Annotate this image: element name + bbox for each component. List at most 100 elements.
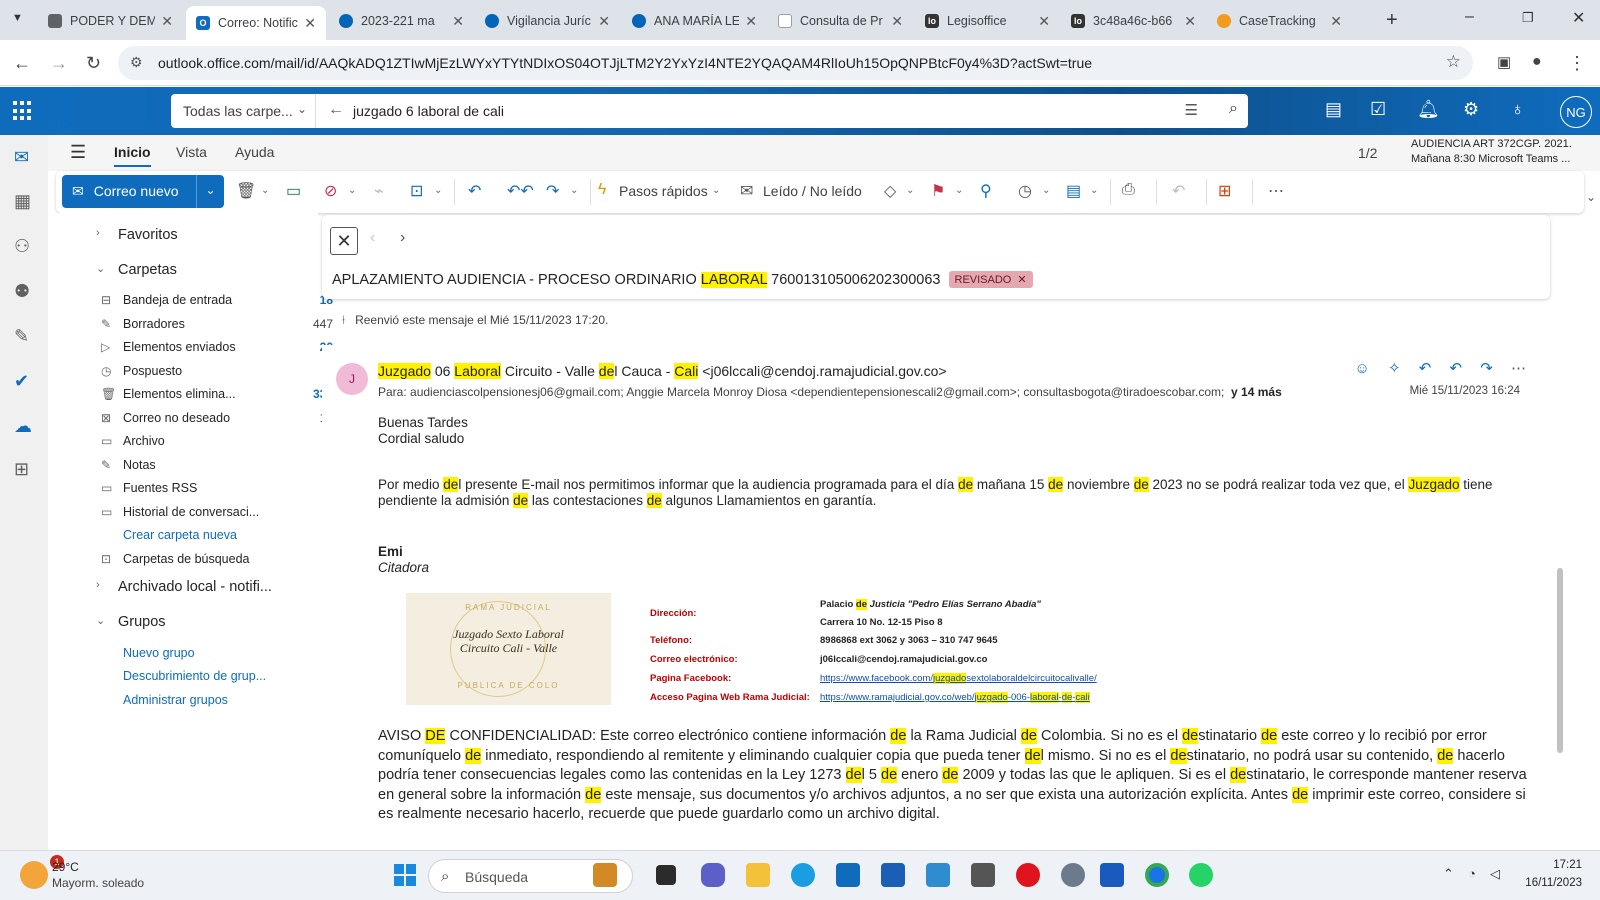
close-icon[interactable]: ✕: [304, 15, 316, 32]
close-icon[interactable]: ✕: [745, 13, 757, 30]
app-launcher-icon[interactable]: [13, 101, 33, 121]
close-icon[interactable]: ✕: [598, 13, 610, 30]
close-icon[interactable]: ✕: [891, 13, 903, 30]
site-info-icon[interactable]: ⚙: [130, 54, 143, 71]
mail-icon[interactable]: ✉: [14, 147, 29, 168]
forward-icon[interactable]: ↷: [546, 181, 559, 201]
flag-icon[interactable]: ⚑: [931, 181, 945, 201]
read-unread-button[interactable]: Leído / No leído: [763, 183, 862, 199]
browser-tab[interactable]: lo Legisoffice ✕: [915, 6, 1060, 36]
browser-tab[interactable]: 2023-221 ma ✕: [329, 6, 474, 36]
search-box[interactable]: Todas las carpe... ⌄ ← juzgado 6 laboral …: [171, 94, 1248, 128]
people-icon[interactable]: ⚇: [14, 236, 30, 257]
chrome-icon[interactable]: [1145, 863, 1169, 887]
create-folder-link[interactable]: Crear carpeta nueva: [123, 528, 323, 542]
calculator-icon[interactable]: [971, 863, 995, 887]
browser-tab[interactable]: PODER Y DEM ✕: [38, 6, 183, 36]
reply-all-icon[interactable]: ↶↶: [507, 181, 534, 201]
close-button[interactable]: ✕: [330, 227, 358, 255]
edge-icon[interactable]: [791, 863, 815, 887]
close-icon[interactable]: ✕: [1330, 13, 1342, 30]
attachment-icon[interactable]: ✎: [14, 326, 29, 347]
groups-icon[interactable]: ⚉: [14, 281, 30, 302]
whatsapp-icon[interactable]: [1189, 863, 1213, 887]
folder-item-junk[interactable]: ⊠Correo no deseado13: [101, 411, 333, 425]
browser-tab-active[interactable]: O Correo: Notific ✕: [186, 6, 326, 40]
new-mail-button[interactable]: ✉ Correo nuevo ⌄: [62, 175, 224, 208]
todo-icon[interactable]: ✔: [14, 371, 29, 392]
onedrive-icon[interactable]: ☁: [14, 416, 32, 437]
profile-icon[interactable]: ●: [1532, 53, 1542, 71]
my-day-icon[interactable]: ☑: [1370, 99, 1386, 120]
sender-line[interactable]: Juzgado 06 Laboral Circuito - Valle del …: [378, 363, 947, 379]
delete-icon[interactable]: 🗑︎: [236, 181, 256, 201]
close-icon[interactable]: ✕: [1017, 274, 1026, 286]
browser-tab[interactable]: lo 3c48a46c-b66 ✕: [1061, 6, 1206, 36]
close-icon[interactable]: ✕: [1038, 13, 1050, 30]
back-icon[interactable]: ←: [13, 53, 31, 74]
groups-header[interactable]: ⌄ Grupos: [96, 614, 166, 630]
tag-icon[interactable]: ◇: [884, 181, 896, 201]
teams-icon[interactable]: ▤: [1325, 99, 1342, 120]
avatar[interactable]: NG: [1560, 96, 1592, 128]
folders-header[interactable]: ⌄ Carpetas: [96, 262, 177, 278]
gear-icon[interactable]: ⚙: [1463, 99, 1479, 120]
search-scope-dropdown[interactable]: Todas las carpe... ⌄: [171, 94, 316, 128]
calendar-icon[interactable]: ▦: [14, 191, 31, 212]
chevron-down-icon[interactable]: ⌄: [570, 185, 578, 196]
folder-item-snoozed[interactable]: ◷ Pospuesto: [101, 364, 323, 378]
minimize-icon[interactable]: –: [1465, 8, 1474, 26]
side-panel-icon[interactable]: ▣: [1497, 53, 1511, 71]
bookmark-star-icon[interactable]: ☆: [1446, 52, 1461, 72]
chevron-down-icon[interactable]: ⌄: [906, 185, 914, 196]
url-text[interactable]: outlook.office.com/mail/id/AAQkADQ1ZTIwM…: [158, 55, 1092, 71]
filter-icon[interactable]: ☰: [1185, 101, 1198, 119]
recipients-line[interactable]: Para: audienciascolpensionesj06@gmail.co…: [378, 385, 1282, 399]
word-icon[interactable]: [1100, 863, 1124, 887]
weather-icon[interactable]: 1: [20, 855, 64, 889]
close-icon[interactable]: ✕: [452, 13, 464, 30]
folder-item-archive[interactable]: ▭ Archivo: [101, 434, 323, 448]
reminder-preview[interactable]: AUDIENCIA ART 372CGP. 2021... Mañana 8:3…: [1411, 137, 1571, 167]
clock-time[interactable]: 17:21: [1553, 859, 1582, 871]
apps-icon[interactable]: ⊞: [1218, 181, 1231, 201]
tab-ayuda[interactable]: Ayuda: [235, 144, 274, 160]
category-tag[interactable]: REVISADO ✕: [948, 271, 1033, 288]
windows-start-icon[interactable]: [394, 864, 416, 886]
forward-icon[interactable]: →: [50, 53, 68, 74]
quick-steps-button[interactable]: Pasos rápidos: [619, 183, 708, 199]
menu-icon[interactable]: ☰: [70, 142, 86, 163]
chevron-down-icon[interactable]: ⌄: [261, 185, 269, 196]
move-to-icon[interactable]: ⊡: [410, 181, 423, 201]
browser-tab[interactable]: Vigilancia Juríc ✕: [475, 6, 620, 36]
tab-vista[interactable]: Vista: [176, 144, 207, 160]
chevron-down-icon[interactable]: ⌄: [1042, 185, 1050, 196]
chevron-left-icon[interactable]: ‹: [370, 229, 375, 247]
folder-item-conversation-history[interactable]: ▭ Historial de conversaci...: [101, 505, 323, 519]
forward-icon[interactable]: ↷: [1480, 360, 1493, 377]
reply-icon[interactable]: ↶: [468, 181, 481, 201]
report-icon[interactable]: ⊘: [324, 181, 337, 201]
loop-icon[interactable]: ✧: [1388, 360, 1401, 377]
chevron-up-icon[interactable]: ⌃: [1443, 866, 1454, 882]
chevron-down-icon[interactable]: ⌄: [1090, 185, 1098, 196]
discover-groups-link[interactable]: Descubrimiento de grup...: [123, 669, 323, 683]
chevron-down-icon[interactable]: ⌄: [196, 175, 224, 208]
lightning-icon[interactable]: ϟ: [598, 181, 606, 199]
close-icon[interactable]: ✕: [1184, 13, 1196, 30]
wifi-icon[interactable]: ◔: [1468, 866, 1476, 881]
local-archive-header[interactable]: › Archivado local - notifi...: [96, 579, 272, 595]
scrollbar-thumb[interactable]: [1557, 568, 1563, 753]
clock-date[interactable]: 16/11/2023: [1525, 877, 1582, 889]
sweep-icon[interactable]: ⌁: [374, 181, 384, 201]
opera-icon[interactable]: [1016, 863, 1040, 887]
reload-icon[interactable]: ↻: [86, 53, 101, 74]
volume-icon[interactable]: ◁: [1490, 866, 1500, 882]
more-options-icon[interactable]: ⋯: [1511, 360, 1526, 377]
close-icon[interactable]: ✕: [161, 13, 173, 30]
browser-menu-icon[interactable]: ⋮: [1568, 53, 1586, 74]
folder-item-notes[interactable]: ✎ Notas: [101, 458, 323, 472]
browser-tab[interactable]: Consulta de Pr ✕: [768, 6, 913, 36]
manage-groups-link[interactable]: Administrar grupos: [123, 693, 323, 707]
more-options-icon[interactable]: ⋯: [1268, 181, 1284, 201]
